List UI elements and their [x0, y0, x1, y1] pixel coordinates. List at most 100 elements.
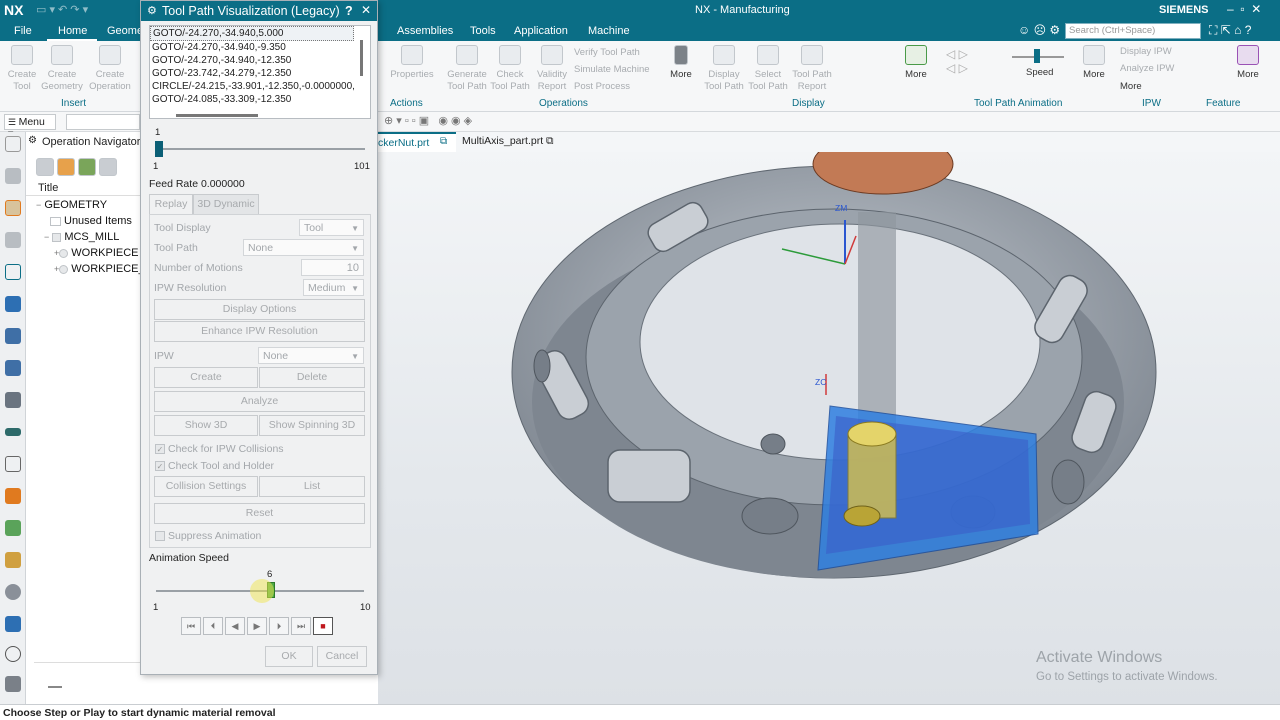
selection-filter[interactable] — [66, 114, 140, 130]
list-button[interactable]: List — [259, 476, 365, 497]
list-hscrollbar[interactable] — [176, 114, 258, 117]
history-icon[interactable] — [5, 392, 21, 408]
system-scene-icon[interactable] — [5, 520, 21, 536]
tab-geometry[interactable]: Geome — [107, 25, 143, 37]
file-tab-multiaxis[interactable]: MultiAxis_part.prt ⧉ — [462, 135, 554, 148]
display-options-button[interactable]: Display Options — [154, 299, 365, 320]
constraint-icon[interactable] — [5, 360, 21, 376]
display-ipw-button[interactable]: Display IPW — [1120, 46, 1172, 58]
stop-icon[interactable]: ■ — [313, 617, 333, 635]
generate-tool-path-button[interactable]: Generate Tool Path — [444, 45, 490, 93]
tool-path-report-button[interactable]: Tool Path Report — [792, 45, 832, 93]
geometry-view-icon[interactable] — [78, 158, 97, 176]
path-line[interactable]: CIRCLE/-24.215,-33.901,-12.350,-0.000000… — [150, 80, 355, 93]
tree-row-mcs-mill[interactable]: − MCS_MILL — [36, 229, 146, 245]
tree-row-geometry[interactable]: − GEOMETRY — [36, 197, 146, 213]
suppress-animation[interactable]: Suppress Animation — [155, 530, 261, 542]
tab-3d-dynamic[interactable]: 3D Dynamic — [193, 194, 259, 215]
method-view-icon[interactable] — [99, 158, 118, 176]
close-button[interactable]: ✕ — [361, 3, 371, 17]
graphics-viewport[interactable]: ZM ZC Activate Windows Go to Settings to… — [378, 133, 1280, 704]
go-to-start-icon[interactable]: ⏮ — [181, 617, 201, 635]
show-spinning-3d-button[interactable]: Show Spinning 3D — [259, 415, 365, 436]
step-back-icon[interactable]: ⏴ — [203, 617, 223, 635]
analyze-ipw-button[interactable]: Analyze IPW — [1120, 63, 1174, 75]
wrench-icon[interactable] — [5, 676, 21, 692]
machine-view-icon[interactable] — [57, 158, 76, 176]
more-operations-button[interactable]: More — [668, 45, 694, 81]
tab-tools[interactable]: Tools — [470, 25, 496, 37]
tab-replay[interactable]: Replay — [149, 194, 193, 215]
validity-report-button[interactable]: Validity Report — [532, 45, 572, 93]
quick-access-icons[interactable]: ▭ ▾ ↶ ↷ ▾ — [36, 3, 88, 16]
roles-icon[interactable] — [5, 456, 21, 472]
display-tool-path-button[interactable]: Display Tool Path — [704, 45, 744, 93]
check-tool-holder[interactable]: ✓ Check Tool and Holder — [155, 460, 274, 472]
select-tool-path-button[interactable]: Select Tool Path — [748, 45, 788, 93]
more-display-button[interactable]: More — [902, 45, 930, 81]
create-operation-button[interactable]: Create Operation — [88, 45, 132, 93]
tree-row-workpiece-2[interactable]: + WORKPIECE_ — [36, 261, 146, 277]
part-navigator-icon[interactable] — [5, 168, 21, 184]
animation-nav-icons[interactable]: ◁ ▷ ◁ ▷ — [946, 47, 968, 75]
enhance-ipw-button[interactable]: Enhance IPW Resolution — [154, 321, 365, 342]
list-vscrollbar[interactable] — [360, 40, 363, 76]
ipw-resolution-select[interactable]: Medium ▼ — [303, 279, 364, 296]
motion-slider-handle[interactable] — [155, 141, 163, 157]
feedback-icons[interactable]: ☺ ☹ ⚙ — [1018, 23, 1060, 37]
help-button[interactable]: ? — [345, 4, 353, 18]
program-view-icon[interactable] — [36, 158, 54, 176]
visualization-icon[interactable] — [5, 428, 21, 436]
show-3d-button[interactable]: Show 3D — [154, 415, 258, 436]
snap-icons[interactable]: ⊕ ▾ ▫ ▫ ▣ ◉ ◉ ◈ — [384, 114, 472, 127]
menu-button[interactable]: ☰ Menu ▾ — [4, 114, 56, 140]
tab-file[interactable]: File — [14, 25, 32, 37]
create-geometry-button[interactable]: Create Geometry — [40, 45, 84, 93]
palette-icon[interactable] — [5, 552, 21, 568]
checkbox-checked[interactable]: ✓ — [155, 444, 165, 455]
path-line[interactable]: GOTO/-24.270,-34.940,-9.350 — [150, 41, 370, 54]
play-icon[interactable]: ▶ — [247, 617, 267, 635]
checkbox-checked[interactable]: ✓ — [155, 461, 165, 472]
ok-button[interactable]: OK — [265, 646, 313, 667]
create-button[interactable]: Create — [154, 367, 258, 388]
assembly-navigator-icon[interactable] — [5, 232, 21, 248]
checkbox-unchecked[interactable] — [155, 531, 165, 542]
more-ipw-button[interactable]: More — [1120, 81, 1142, 93]
speed-slider-handle[interactable] — [1034, 49, 1040, 63]
path-line[interactable]: GOTO/-24.270,-34.940,-12.350 — [150, 54, 370, 67]
check-ipw-collisions[interactable]: ✓ Check for IPW Collisions — [155, 443, 284, 455]
file-tab-active[interactable]: ckerNut.prt ⧉ — [378, 132, 456, 152]
delete-button[interactable]: Delete — [259, 367, 365, 388]
tool-path-select[interactable]: None ▼ — [243, 239, 364, 256]
tree-row-unused[interactable]: Unused Items — [36, 213, 146, 229]
machine-navigator-icon[interactable] — [5, 264, 21, 280]
globe-icon[interactable] — [5, 584, 21, 600]
cancel-button[interactable]: Cancel — [317, 646, 367, 667]
simulate-machine-button[interactable]: Simulate Machine — [574, 64, 650, 76]
navigator-column-header[interactable]: Title — [26, 180, 140, 196]
properties-button[interactable]: Properties — [388, 45, 436, 81]
post-process-button[interactable]: Post Process — [574, 81, 630, 93]
search-input[interactable]: Search (Ctrl+Space) — [1065, 23, 1201, 39]
close-icon[interactable]: ⧉ — [440, 136, 447, 147]
web-icon[interactable] — [5, 488, 21, 504]
analyze-button[interactable]: Analyze — [154, 391, 365, 412]
check-tool-path-button[interactable]: Check Tool Path — [490, 45, 530, 93]
create-tool-button[interactable]: Create Tool — [4, 45, 40, 93]
path-line[interactable]: GOTO/-23.742,-34.279,-12.350 — [150, 67, 370, 80]
window-controls[interactable]: – ▫ ✕ — [1227, 2, 1261, 16]
tab-application[interactable]: Application — [514, 25, 568, 37]
reuse-icon[interactable] — [5, 328, 21, 344]
header-tool-icons[interactable]: ⛶ ⇱ ⌂ ? — [1209, 23, 1251, 38]
path-line[interactable]: GOTO/-24.085,-33.309,-12.350 — [150, 93, 370, 106]
clock-icon[interactable] — [5, 646, 21, 662]
panel-scroll-handle[interactable] — [48, 686, 62, 688]
verify-tool-path-button[interactable]: Verify Tool Path — [574, 47, 640, 59]
more-animation-button[interactable]: More — [1080, 45, 1108, 81]
camera-icon[interactable] — [5, 616, 21, 632]
play-reverse-icon[interactable]: ◀ — [225, 617, 245, 635]
go-to-end-icon[interactable]: ⏭ — [291, 617, 311, 635]
num-motions-input[interactable]: 10 — [301, 259, 364, 276]
tab-home[interactable]: Home — [58, 25, 87, 37]
